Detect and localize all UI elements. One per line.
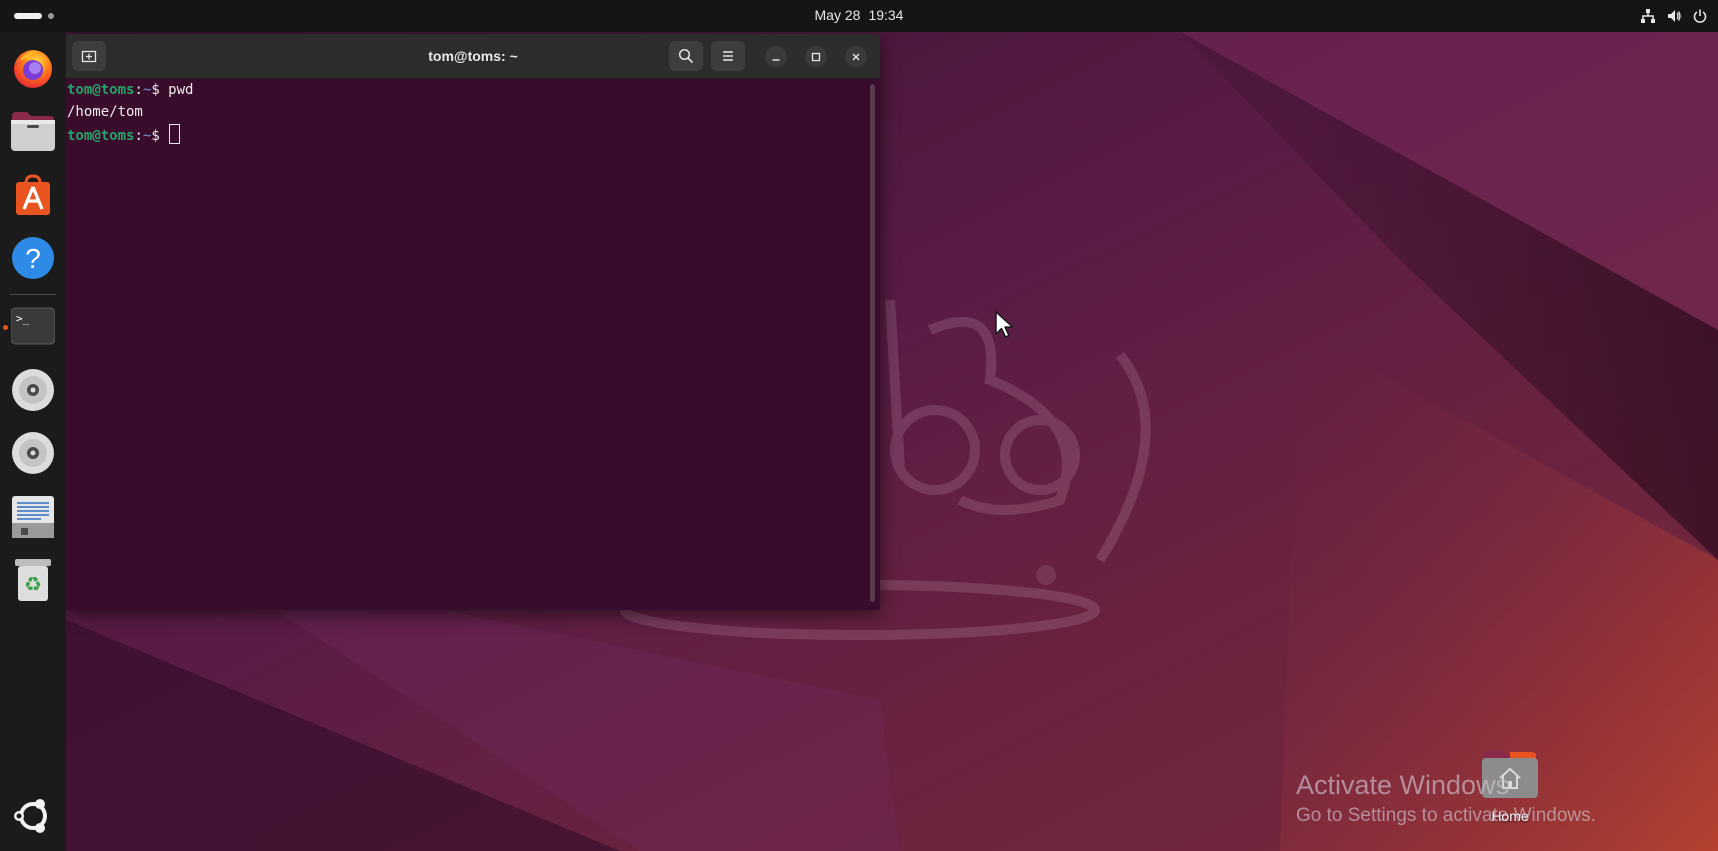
help-icon: ? — [12, 237, 54, 279]
dock-item-files[interactable] — [9, 107, 57, 155]
search-button[interactable] — [669, 41, 703, 71]
running-indicator — [3, 325, 8, 330]
svg-text:♻: ♻ — [24, 572, 42, 596]
prompt-user: tom@toms — [67, 128, 135, 144]
minimize-icon — [772, 59, 780, 61]
command-text: pwd — [168, 82, 194, 98]
trash-icon: ♻ — [15, 559, 51, 601]
ubuntu-logo-icon — [14, 799, 47, 833]
clock-time[interactable]: 19:34 — [868, 7, 903, 23]
dock-item-app-center[interactable] — [9, 171, 57, 219]
top-bar: May 28 19:34 — [0, 0, 1718, 32]
dock-item-firefox[interactable] — [9, 44, 57, 92]
new-tab-button[interactable] — [72, 41, 106, 71]
power-icon[interactable] — [1692, 8, 1708, 24]
text-editor-icon — [12, 496, 54, 538]
show-apps-button[interactable] — [9, 792, 57, 840]
text-cursor — [169, 124, 181, 144]
prompt-colon: : — [134, 128, 143, 144]
search-icon — [678, 48, 694, 64]
activate-windows-watermark: Activate Windows Go to Settings to activ… — [1296, 768, 1596, 830]
terminal-titlebar[interactable]: tom@toms: ~ — [66, 34, 880, 79]
workspace-active-pill[interactable] — [14, 13, 42, 19]
maximize-icon — [811, 52, 821, 62]
volume-icon[interactable] — [1666, 8, 1682, 24]
svg-text:>_: >_ — [16, 312, 30, 325]
prompt-dollar: $ — [151, 128, 169, 144]
mouse-pointer-icon — [995, 311, 1014, 338]
command-output: /home/tom — [67, 104, 143, 120]
system-tray[interactable] — [1640, 0, 1708, 32]
clock: May 28 19:34 — [0, 0, 1718, 32]
prompt-colon: : — [134, 82, 143, 98]
dock-item-trash[interactable]: ♻ — [9, 556, 57, 604]
dock-item-disc-1[interactable] — [9, 366, 57, 414]
maximize-button[interactable] — [805, 46, 827, 68]
terminal-icon: >_ — [11, 307, 55, 345]
prompt-user: tom@toms — [67, 82, 135, 98]
watermark-title: Activate Windows — [1296, 770, 1510, 800]
clock-date[interactable]: May 28 — [815, 7, 861, 23]
hamburger-menu-icon — [723, 51, 733, 61]
dock-separator — [10, 294, 56, 295]
app-center-icon — [16, 174, 50, 215]
dock-item-text-editor[interactable] — [9, 493, 57, 541]
terminal-line: tom@toms:~$ — [67, 124, 181, 144]
dock-item-help[interactable]: ? — [9, 234, 57, 282]
prompt-dollar: $ — [151, 82, 169, 98]
terminal-window[interactable]: tom@toms: ~ tom@toms:~$ pwd /home/tom to… — [66, 34, 880, 610]
new-tab-icon — [81, 50, 97, 63]
dock: ? >_ ♻ — [0, 32, 66, 851]
watermark-subtitle: Go to Settings to activate Windows. — [1296, 805, 1596, 826]
firefox-icon — [14, 50, 52, 88]
files-icon — [11, 112, 55, 151]
dock-item-terminal[interactable]: >_ — [9, 302, 57, 350]
activities-indicator[interactable] — [14, 9, 54, 23]
network-icon[interactable] — [1640, 8, 1656, 24]
close-icon — [852, 53, 860, 61]
window-title: tom@toms: ~ — [428, 48, 518, 64]
close-button[interactable] — [845, 46, 867, 68]
terminal-output[interactable]: tom@toms:~$ pwd /home/tom tom@toms:~$ — [66, 79, 866, 610]
disc-icon — [12, 369, 54, 411]
dock-item-disc-2[interactable] — [9, 429, 57, 477]
workspace-dot[interactable] — [48, 13, 54, 19]
terminal-scrollbar[interactable] — [870, 84, 875, 602]
terminal-line: /home/tom — [67, 102, 143, 122]
disc-icon — [12, 432, 54, 474]
minimize-button[interactable] — [765, 46, 787, 68]
terminal-line: tom@toms:~$ pwd — [67, 80, 193, 100]
menu-button[interactable] — [711, 41, 745, 71]
svg-text:?: ? — [25, 243, 41, 274]
